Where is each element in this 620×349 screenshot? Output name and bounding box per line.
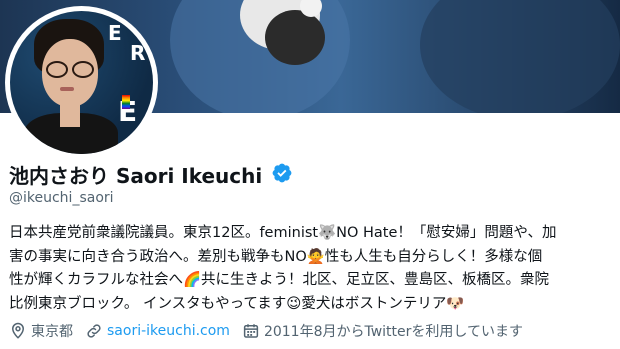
verified-badge-icon[interactable]	[271, 162, 293, 184]
profile-meta: 東京都 saori-ikeuchi.com 2011年8月からTwitterを利…	[9, 321, 535, 341]
location-item: 東京都	[9, 321, 73, 341]
calendar-icon	[243, 324, 259, 338]
profile-display-name: 池内さおり Saori Ikeuchi	[9, 164, 263, 188]
link-icon	[87, 324, 101, 338]
location-pin-icon	[11, 322, 25, 339]
bio-line: 性が輝くカラフルな社会へ🌈共に生きよう！北区、足立区、豊島区、板橋区。衆院	[9, 272, 550, 288]
joined-item: 2011年8月からTwitterを利用しています	[242, 321, 523, 341]
profile-bio: 日本共産党前衆議院議員。東京12区。feminist🐺NO Hate！「慰安婦」…	[9, 222, 620, 316]
bio-line: 比例東京ブロック。 インスタもやってます😉愛犬はボストンテリア🐶	[9, 295, 465, 312]
rainbow-flag	[122, 95, 130, 109]
avatar-letter: R	[130, 41, 146, 65]
portrait-silhouette	[20, 17, 120, 154]
joined-text: 2011年8月からTwitterを利用しています	[263, 324, 523, 340]
bio-line: 害の事実に向き合う政治へ。差別も戦争もNO🙅性も人生も自分らしく！多様な個	[9, 248, 543, 265]
location-text: 東京都	[31, 324, 73, 340]
website-link[interactable]: saori-ikeuchi.com	[107, 323, 230, 339]
bio-line: 日本共産党前衆議院議員。東京12区。feminist🐺NO Hate！「慰安婦」…	[9, 225, 557, 241]
profile-handle: @ikeuchi_saori	[9, 190, 114, 206]
avatar[interactable]: E R E U A	[10, 11, 153, 154]
website-item[interactable]: saori-ikeuchi.com	[85, 322, 230, 340]
